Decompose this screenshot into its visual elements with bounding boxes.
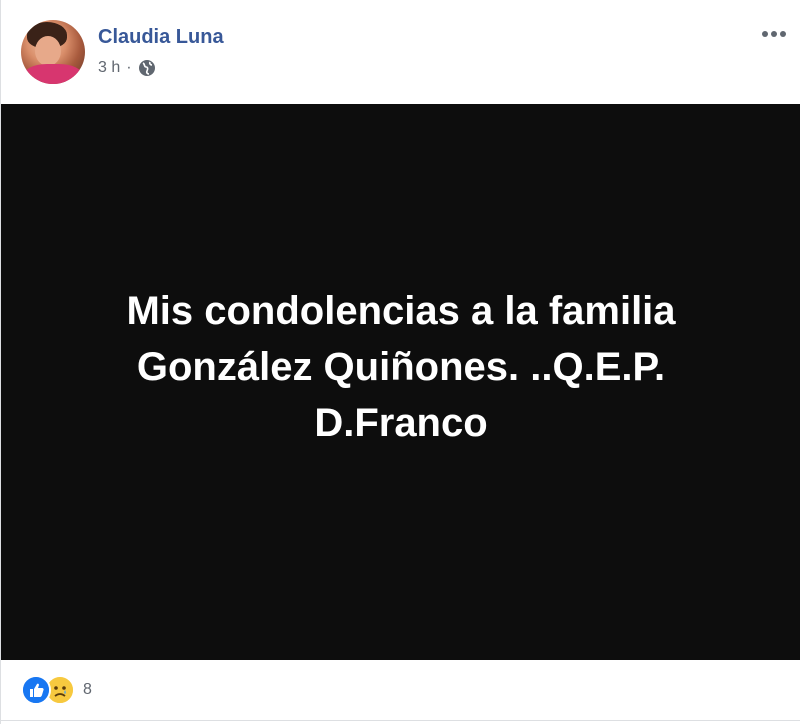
post-timestamp[interactable]: 3 h (98, 59, 120, 77)
avatar[interactable] (21, 20, 85, 84)
avatar-face (35, 36, 61, 66)
post-card: Claudia Luna 3 h · Mis condolencias a la… (0, 0, 800, 724)
avatar-shirt (23, 64, 83, 84)
reaction-count: 8 (83, 681, 92, 698)
globe-icon[interactable] (138, 59, 156, 77)
post-header: Claudia Luna 3 h · (1, 0, 800, 104)
reactions-summary[interactable]: 8 (21, 675, 92, 705)
author-name-link[interactable]: Claudia Luna (98, 26, 224, 49)
ellipsis-icon (780, 31, 786, 37)
ellipsis-icon (762, 31, 768, 37)
post-image[interactable]: Mis condolencias a la familia González Q… (1, 104, 800, 660)
ellipsis-icon (771, 31, 777, 37)
meta-separator: · (126, 59, 132, 76)
divider (1, 720, 800, 721)
post-image-text: Mis condolencias a la familia González Q… (126, 289, 676, 445)
like-icon (21, 675, 51, 705)
post-meta: 3 h · (98, 57, 156, 79)
more-options-button[interactable] (759, 24, 789, 44)
